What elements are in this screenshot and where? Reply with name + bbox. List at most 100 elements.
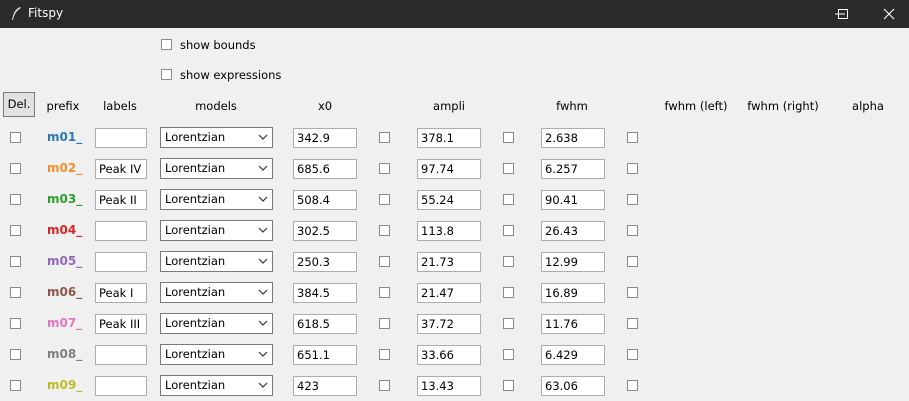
fwhm-input[interactable]: 63.06	[541, 376, 605, 396]
x0-fix-checkbox[interactable]	[379, 380, 390, 391]
label-input[interactable]	[95, 221, 147, 241]
fwhm-fix-checkbox[interactable]	[627, 225, 638, 236]
model-select-value: Lorentzian	[165, 316, 226, 330]
x0-fix-checkbox[interactable]	[379, 349, 390, 360]
ampli-fix-checkbox[interactable]	[503, 194, 514, 205]
label-input[interactable]: Peak III	[95, 314, 147, 334]
fwhm-fix-checkbox[interactable]	[627, 287, 638, 298]
label-input[interactable]	[95, 252, 147, 272]
row-select-checkbox[interactable]	[10, 256, 21, 267]
fwhm-fix-checkbox[interactable]	[627, 132, 638, 143]
ampli-input[interactable]: 13.43	[417, 376, 481, 396]
row-select-checkbox[interactable]	[10, 163, 21, 174]
fwhm-input[interactable]: 90.41	[541, 190, 605, 210]
chevron-down-icon	[258, 196, 268, 202]
row-select-checkbox[interactable]	[10, 132, 21, 143]
ampli-fix-checkbox[interactable]	[503, 256, 514, 267]
model-select-value: Lorentzian	[165, 161, 226, 175]
maximize-button[interactable]	[820, 0, 866, 28]
ampli-input[interactable]: 37.72	[417, 314, 481, 334]
x0-fix-checkbox[interactable]	[379, 132, 390, 143]
label-input[interactable]: Peak IV	[95, 159, 147, 179]
x0-input[interactable]: 302.5	[293, 221, 357, 241]
fwhm-fix-checkbox[interactable]	[627, 256, 638, 267]
ampli-fix-checkbox[interactable]	[503, 380, 514, 391]
label-input[interactable]	[95, 128, 147, 148]
ampli-fix-checkbox[interactable]	[503, 287, 514, 298]
fwhm-input[interactable]: 6.429	[541, 345, 605, 365]
x0-fix-checkbox[interactable]	[379, 225, 390, 236]
label-input[interactable]	[95, 376, 147, 396]
x0-input[interactable]: 685.6	[293, 159, 357, 179]
model-select[interactable]: Lorentzian	[160, 158, 273, 179]
row-select-checkbox[interactable]	[10, 318, 21, 329]
model-select[interactable]: Lorentzian	[160, 313, 273, 334]
model-select[interactable]: Lorentzian	[160, 251, 273, 272]
x0-fix-checkbox[interactable]	[379, 194, 390, 205]
header-fwhm: fwhm	[556, 99, 588, 113]
row-select-checkbox[interactable]	[10, 194, 21, 205]
fwhm-fix-checkbox[interactable]	[627, 194, 638, 205]
row-select-checkbox[interactable]	[10, 225, 21, 236]
header-fwhm-left: fwhm (left)	[664, 99, 728, 113]
ampli-input[interactable]: 378.1	[417, 128, 481, 148]
fwhm-fix-checkbox[interactable]	[627, 163, 638, 174]
x0-input[interactable]: 250.3	[293, 252, 357, 272]
fwhm-fix-checkbox[interactable]	[627, 380, 638, 391]
fwhm-input[interactable]: 26.43	[541, 221, 605, 241]
model-select[interactable]: Lorentzian	[160, 282, 273, 303]
row-select-checkbox[interactable]	[10, 287, 21, 298]
x0-fix-checkbox[interactable]	[379, 318, 390, 329]
label-input[interactable]: Peak I	[95, 283, 147, 303]
ampli-input[interactable]: 21.73	[417, 252, 481, 272]
row-select-checkbox[interactable]	[10, 349, 21, 360]
label-input[interactable]: Peak II	[95, 190, 147, 210]
x0-fix-checkbox[interactable]	[379, 256, 390, 267]
x0-fix-checkbox[interactable]	[379, 287, 390, 298]
x0-fix-checkbox[interactable]	[379, 163, 390, 174]
fwhm-input[interactable]: 6.257	[541, 159, 605, 179]
model-select[interactable]: Lorentzian	[160, 375, 273, 396]
chevron-down-icon	[258, 227, 268, 233]
ampli-input[interactable]: 113.8	[417, 221, 481, 241]
show-expressions-checkbox[interactable]	[161, 69, 172, 80]
fwhm-input[interactable]: 12.99	[541, 252, 605, 272]
fwhm-fix-checkbox[interactable]	[627, 349, 638, 360]
row-prefix: m08_	[47, 347, 83, 361]
ampli-input[interactable]: 21.47	[417, 283, 481, 303]
model-select-value: Lorentzian	[165, 223, 226, 237]
ampli-input[interactable]: 55.24	[417, 190, 481, 210]
model-select[interactable]: Lorentzian	[160, 127, 273, 148]
delete-button[interactable]: Del.	[3, 92, 35, 117]
fwhm-fix-checkbox[interactable]	[627, 318, 638, 329]
label-input[interactable]	[95, 345, 147, 365]
header-labels: labels	[103, 99, 137, 113]
x0-input[interactable]: 384.5	[293, 283, 357, 303]
model-select[interactable]: Lorentzian	[160, 189, 273, 210]
close-button[interactable]	[866, 0, 909, 28]
fwhm-input[interactable]: 11.76	[541, 314, 605, 334]
x0-input[interactable]: 423	[293, 376, 357, 396]
x0-input[interactable]: 618.5	[293, 314, 357, 334]
header-fwhm-right: fwhm (right)	[747, 99, 819, 113]
row-prefix: m01_	[47, 130, 83, 144]
row-select-checkbox[interactable]	[10, 380, 21, 391]
ampli-input[interactable]: 33.66	[417, 345, 481, 365]
x0-input[interactable]: 508.4	[293, 190, 357, 210]
title-bar: Fitspy	[0, 0, 909, 28]
ampli-fix-checkbox[interactable]	[503, 132, 514, 143]
model-select[interactable]: Lorentzian	[160, 344, 273, 365]
ampli-fix-checkbox[interactable]	[503, 318, 514, 329]
ampli-fix-checkbox[interactable]	[503, 225, 514, 236]
ampli-fix-checkbox[interactable]	[503, 349, 514, 360]
ampli-fix-checkbox[interactable]	[503, 163, 514, 174]
fwhm-input[interactable]: 16.89	[541, 283, 605, 303]
fwhm-input[interactable]: 2.638	[541, 128, 605, 148]
model-select[interactable]: Lorentzian	[160, 220, 273, 241]
x0-input[interactable]: 342.9	[293, 128, 357, 148]
x0-input[interactable]: 651.1	[293, 345, 357, 365]
row-prefix: m03_	[47, 192, 83, 206]
ampli-input[interactable]: 97.74	[417, 159, 481, 179]
window-title: Fitspy	[28, 6, 64, 20]
show-bounds-checkbox[interactable]	[161, 39, 172, 50]
